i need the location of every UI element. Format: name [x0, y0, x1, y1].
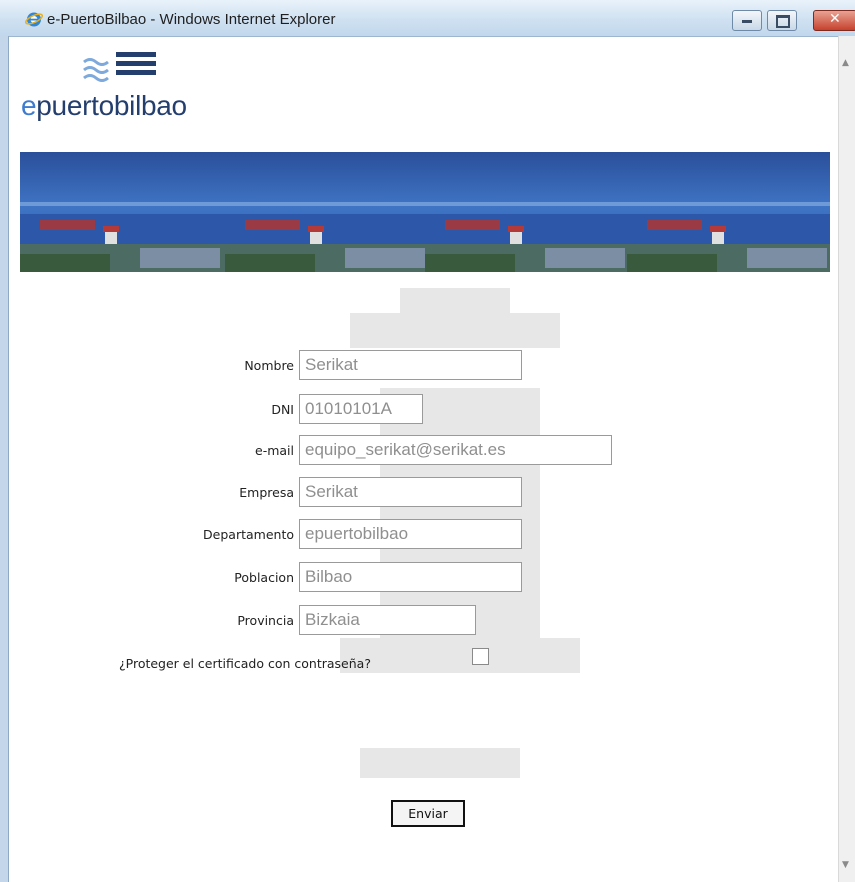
provincia-field[interactable]: [299, 605, 476, 635]
submit-button[interactable]: Enviar: [391, 800, 465, 827]
title-bar: e-PuertoBilbao - Windows Internet Explor…: [0, 0, 855, 37]
nombre-row: Nombre: [0, 350, 838, 382]
email-row: e-mail: [0, 435, 838, 467]
departamento-field[interactable]: [299, 519, 522, 549]
internet-explorer-icon: [25, 12, 43, 27]
nombre-label: Nombre: [244, 358, 294, 373]
dni-row: DNI: [0, 394, 838, 426]
scroll-up-arrow-icon[interactable]: ▲: [842, 58, 849, 68]
empresa-field[interactable]: [299, 477, 522, 507]
email-label: e-mail: [255, 443, 294, 458]
browser-window: e-PuertoBilbao - Windows Internet Explor…: [0, 0, 855, 882]
poblacion-label: Poblacion: [234, 570, 294, 585]
email-field[interactable]: [299, 435, 612, 465]
empresa-label: Empresa: [239, 485, 294, 500]
dni-field[interactable]: [299, 394, 423, 424]
provincia-label: Provincia: [237, 613, 294, 628]
departamento-row: Departamento: [0, 519, 838, 551]
minimize-button[interactable]: [732, 10, 762, 31]
dni-label: DNI: [271, 402, 294, 417]
provincia-row: Provincia: [0, 605, 838, 637]
poblacion-row: Poblacion: [0, 562, 838, 594]
waves-logo-icon: [83, 52, 156, 82]
vertical-scrollbar[interactable]: [838, 36, 855, 882]
password-protect-checkbox[interactable]: [472, 648, 489, 665]
empresa-row: Empresa: [0, 477, 838, 509]
poblacion-field[interactable]: [299, 562, 522, 592]
window-title: e-PuertoBilbao - Windows Internet Explor…: [47, 11, 336, 28]
maximize-button[interactable]: [767, 10, 797, 31]
close-button[interactable]: [813, 10, 855, 31]
departamento-label: Departamento: [203, 527, 294, 542]
password-protect-label: ¿Proteger el certificado con contraseña?: [119, 656, 371, 671]
nombre-field[interactable]: [299, 350, 522, 380]
site-logo[interactable]: epuertobilbao: [21, 90, 187, 122]
scroll-down-arrow-icon[interactable]: ▼: [842, 860, 849, 870]
port-photo-banner: [20, 152, 830, 272]
